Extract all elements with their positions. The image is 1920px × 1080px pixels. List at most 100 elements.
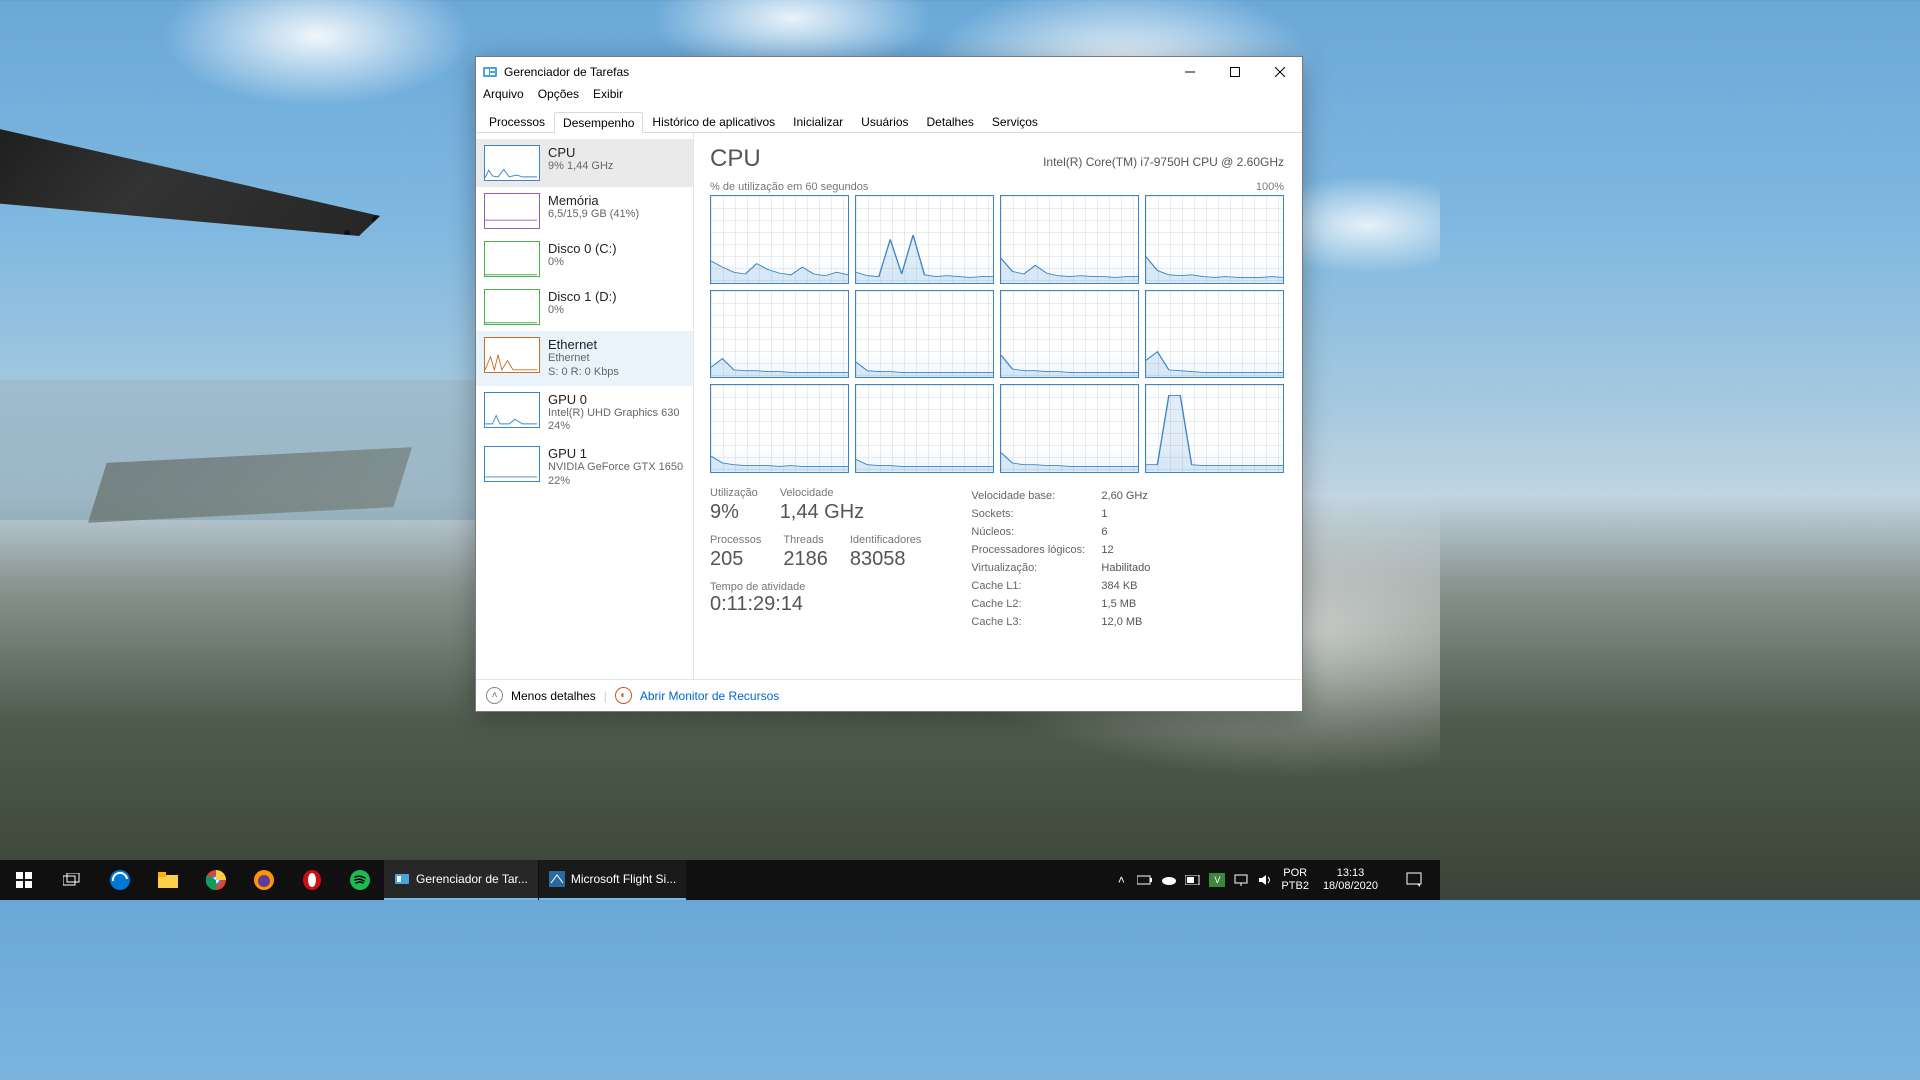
tray-volume-icon[interactable] — [1257, 872, 1273, 888]
system-tray[interactable]: ˄ V POR PTB2 13:13 18/08/2020 — [1113, 860, 1440, 900]
tab-processos[interactable]: Processos — [480, 111, 554, 132]
task-label: Microsoft Flight Si... — [571, 872, 676, 886]
core-graph-4 — [710, 290, 849, 379]
speed-label: Velocidade — [780, 487, 864, 499]
util-value: 9% — [710, 501, 758, 524]
tray-power-icon[interactable] — [1185, 872, 1201, 888]
tab-inicializar[interactable]: Inicializar — [784, 111, 852, 132]
core-graph-grid[interactable] — [710, 195, 1284, 473]
tab-servicos[interactable]: Serviços — [983, 111, 1047, 132]
tray-date[interactable]: 18/08/2020 — [1323, 880, 1378, 893]
core-graph-1 — [855, 195, 994, 284]
minimize-button[interactable] — [1167, 57, 1212, 87]
opera-icon[interactable] — [288, 860, 336, 900]
mini-graph-icon — [484, 337, 540, 373]
tab-usuarios[interactable]: Usuários — [852, 111, 917, 132]
sidebar-item-mem-ria[interactable]: Memória 6,5/15,9 GB (41%) — [476, 187, 693, 235]
mini-graph-icon — [484, 241, 540, 277]
mini-graph-icon — [484, 392, 540, 428]
taskbar[interactable]: Gerenciador de Tar... Microsoft Flight S… — [0, 860, 1440, 900]
close-button[interactable] — [1257, 57, 1302, 87]
speed-value: 1,44 GHz — [780, 501, 864, 524]
spotify-icon[interactable] — [336, 860, 384, 900]
menubar: Arquivo Opções Exibir — [476, 87, 1302, 107]
cpu-model: Intel(R) Core(TM) i7-9750H CPU @ 2.60GHz — [1043, 155, 1284, 169]
sidebar-item-gpu-0[interactable]: GPU 0 Intel(R) UHD Graphics 630 24% — [476, 386, 693, 441]
sidebar-item-gpu-1[interactable]: GPU 1 NVIDIA GeForce GTX 1650 22% — [476, 440, 693, 495]
cpu-detail-row: Processadores lógicos:12 — [971, 541, 1150, 559]
mini-graph-icon — [484, 446, 540, 482]
taskbar-task-manager[interactable]: Gerenciador de Tar... — [384, 860, 538, 900]
core-graph-2 — [1000, 195, 1139, 284]
threads-label: Threads — [783, 534, 828, 546]
core-graph-11 — [1145, 384, 1284, 473]
menu-file[interactable]: Arquivo — [483, 87, 524, 107]
cpu-detail-row: Sockets:1 — [971, 505, 1150, 523]
menu-view[interactable]: Exibir — [593, 87, 623, 107]
open-resource-monitor-link[interactable]: Abrir Monitor de Recursos — [640, 689, 779, 703]
handles-label: Identificadores — [850, 534, 922, 546]
task-view-button[interactable] — [48, 860, 96, 900]
tray-time[interactable]: 13:13 — [1323, 867, 1378, 880]
file-explorer-icon[interactable] — [144, 860, 192, 900]
core-graph-3 — [1145, 195, 1284, 284]
graph-caption: % de utilização em 60 segundos — [710, 181, 868, 193]
tab-desempenho[interactable]: Desempenho — [554, 112, 643, 133]
performance-sidebar: CPU 9% 1,44 GHz Memória 6,5/15,9 GB (41%… — [476, 133, 694, 679]
cpu-detail-row: Cache L1:384 KB — [971, 577, 1150, 595]
titlebar[interactable]: Gerenciador de Tarefas — [476, 57, 1302, 87]
handles-value: 83058 — [850, 548, 922, 571]
core-graph-7 — [1145, 290, 1284, 379]
cpu-detail-list: Velocidade base:2,60 GHzSockets:1Núcleos… — [971, 487, 1150, 631]
sidebar-item-disco-1-d-[interactable]: Disco 1 (D:) 0% — [476, 283, 693, 331]
chevron-up-icon[interactable]: ˄ — [486, 687, 503, 704]
sidebar-item-disco-0-c-[interactable]: Disco 0 (C:) 0% — [476, 235, 693, 283]
graph-scale: 100% — [1256, 181, 1284, 193]
cpu-detail-pane: CPU Intel(R) Core(TM) i7-9750H CPU @ 2.6… — [694, 133, 1302, 679]
firefox-icon[interactable] — [240, 860, 288, 900]
maximize-button[interactable] — [1212, 57, 1257, 87]
app-icon — [482, 64, 498, 80]
tray-chevron-icon[interactable]: ˄ — [1113, 872, 1129, 888]
tray-onedrive-icon[interactable] — [1161, 872, 1177, 888]
mini-graph-icon — [484, 193, 540, 229]
tray-lang2[interactable]: PTB2 — [1281, 880, 1309, 893]
resource-monitor-icon: ◐ — [615, 687, 632, 704]
tray-battery-icon[interactable] — [1137, 872, 1153, 888]
fewer-details-link[interactable]: Menos detalhes — [511, 689, 596, 703]
util-label: Utilização — [710, 487, 758, 499]
edge-icon[interactable] — [96, 860, 144, 900]
tray-lang1[interactable]: POR — [1281, 867, 1309, 880]
task-manager-window: Gerenciador de Tarefas Arquivo Opções Ex… — [475, 56, 1303, 712]
cpu-detail-row: Virtualização:Habilitado — [971, 559, 1150, 577]
core-graph-8 — [710, 384, 849, 473]
chrome-icon[interactable] — [192, 860, 240, 900]
tray-vs-icon[interactable]: V — [1209, 873, 1225, 887]
start-button[interactable] — [0, 860, 48, 900]
threads-value: 2186 — [783, 548, 828, 571]
task-label: Gerenciador de Tar... — [416, 872, 528, 886]
sidebar-item-cpu[interactable]: CPU 9% 1,44 GHz — [476, 139, 693, 187]
cpu-detail-row: Cache L3:12,0 MB — [971, 613, 1150, 631]
window-title: Gerenciador de Tarefas — [504, 65, 1167, 79]
tab-detalhes[interactable]: Detalhes — [918, 111, 983, 132]
tabstrip: Processos Desempenho Histórico de aplica… — [476, 109, 1302, 133]
window-footer: ˄ Menos detalhes | ◐ Abrir Monitor de Re… — [476, 679, 1302, 711]
cpu-detail-row: Núcleos:6 — [971, 523, 1150, 541]
proc-label: Processos — [710, 534, 761, 546]
uptime-value: 0:11:29:14 — [710, 593, 921, 616]
sidebar-item-ethernet[interactable]: Ethernet Ethernet S: 0 R: 0 Kbps — [476, 331, 693, 386]
taskbar-flight-sim[interactable]: Microsoft Flight Si... — [539, 860, 686, 900]
mini-graph-icon — [484, 289, 540, 325]
mini-graph-icon — [484, 145, 540, 181]
menu-options[interactable]: Opções — [538, 87, 579, 107]
tray-network-icon[interactable] — [1233, 872, 1249, 888]
action-center-button[interactable] — [1392, 860, 1436, 900]
core-graph-6 — [1000, 290, 1139, 379]
core-graph-5 — [855, 290, 994, 379]
core-graph-10 — [1000, 384, 1139, 473]
cpu-detail-row: Cache L2:1,5 MB — [971, 595, 1150, 613]
core-graph-0 — [710, 195, 849, 284]
core-graph-9 — [855, 384, 994, 473]
tab-historico[interactable]: Histórico de aplicativos — [643, 111, 784, 132]
